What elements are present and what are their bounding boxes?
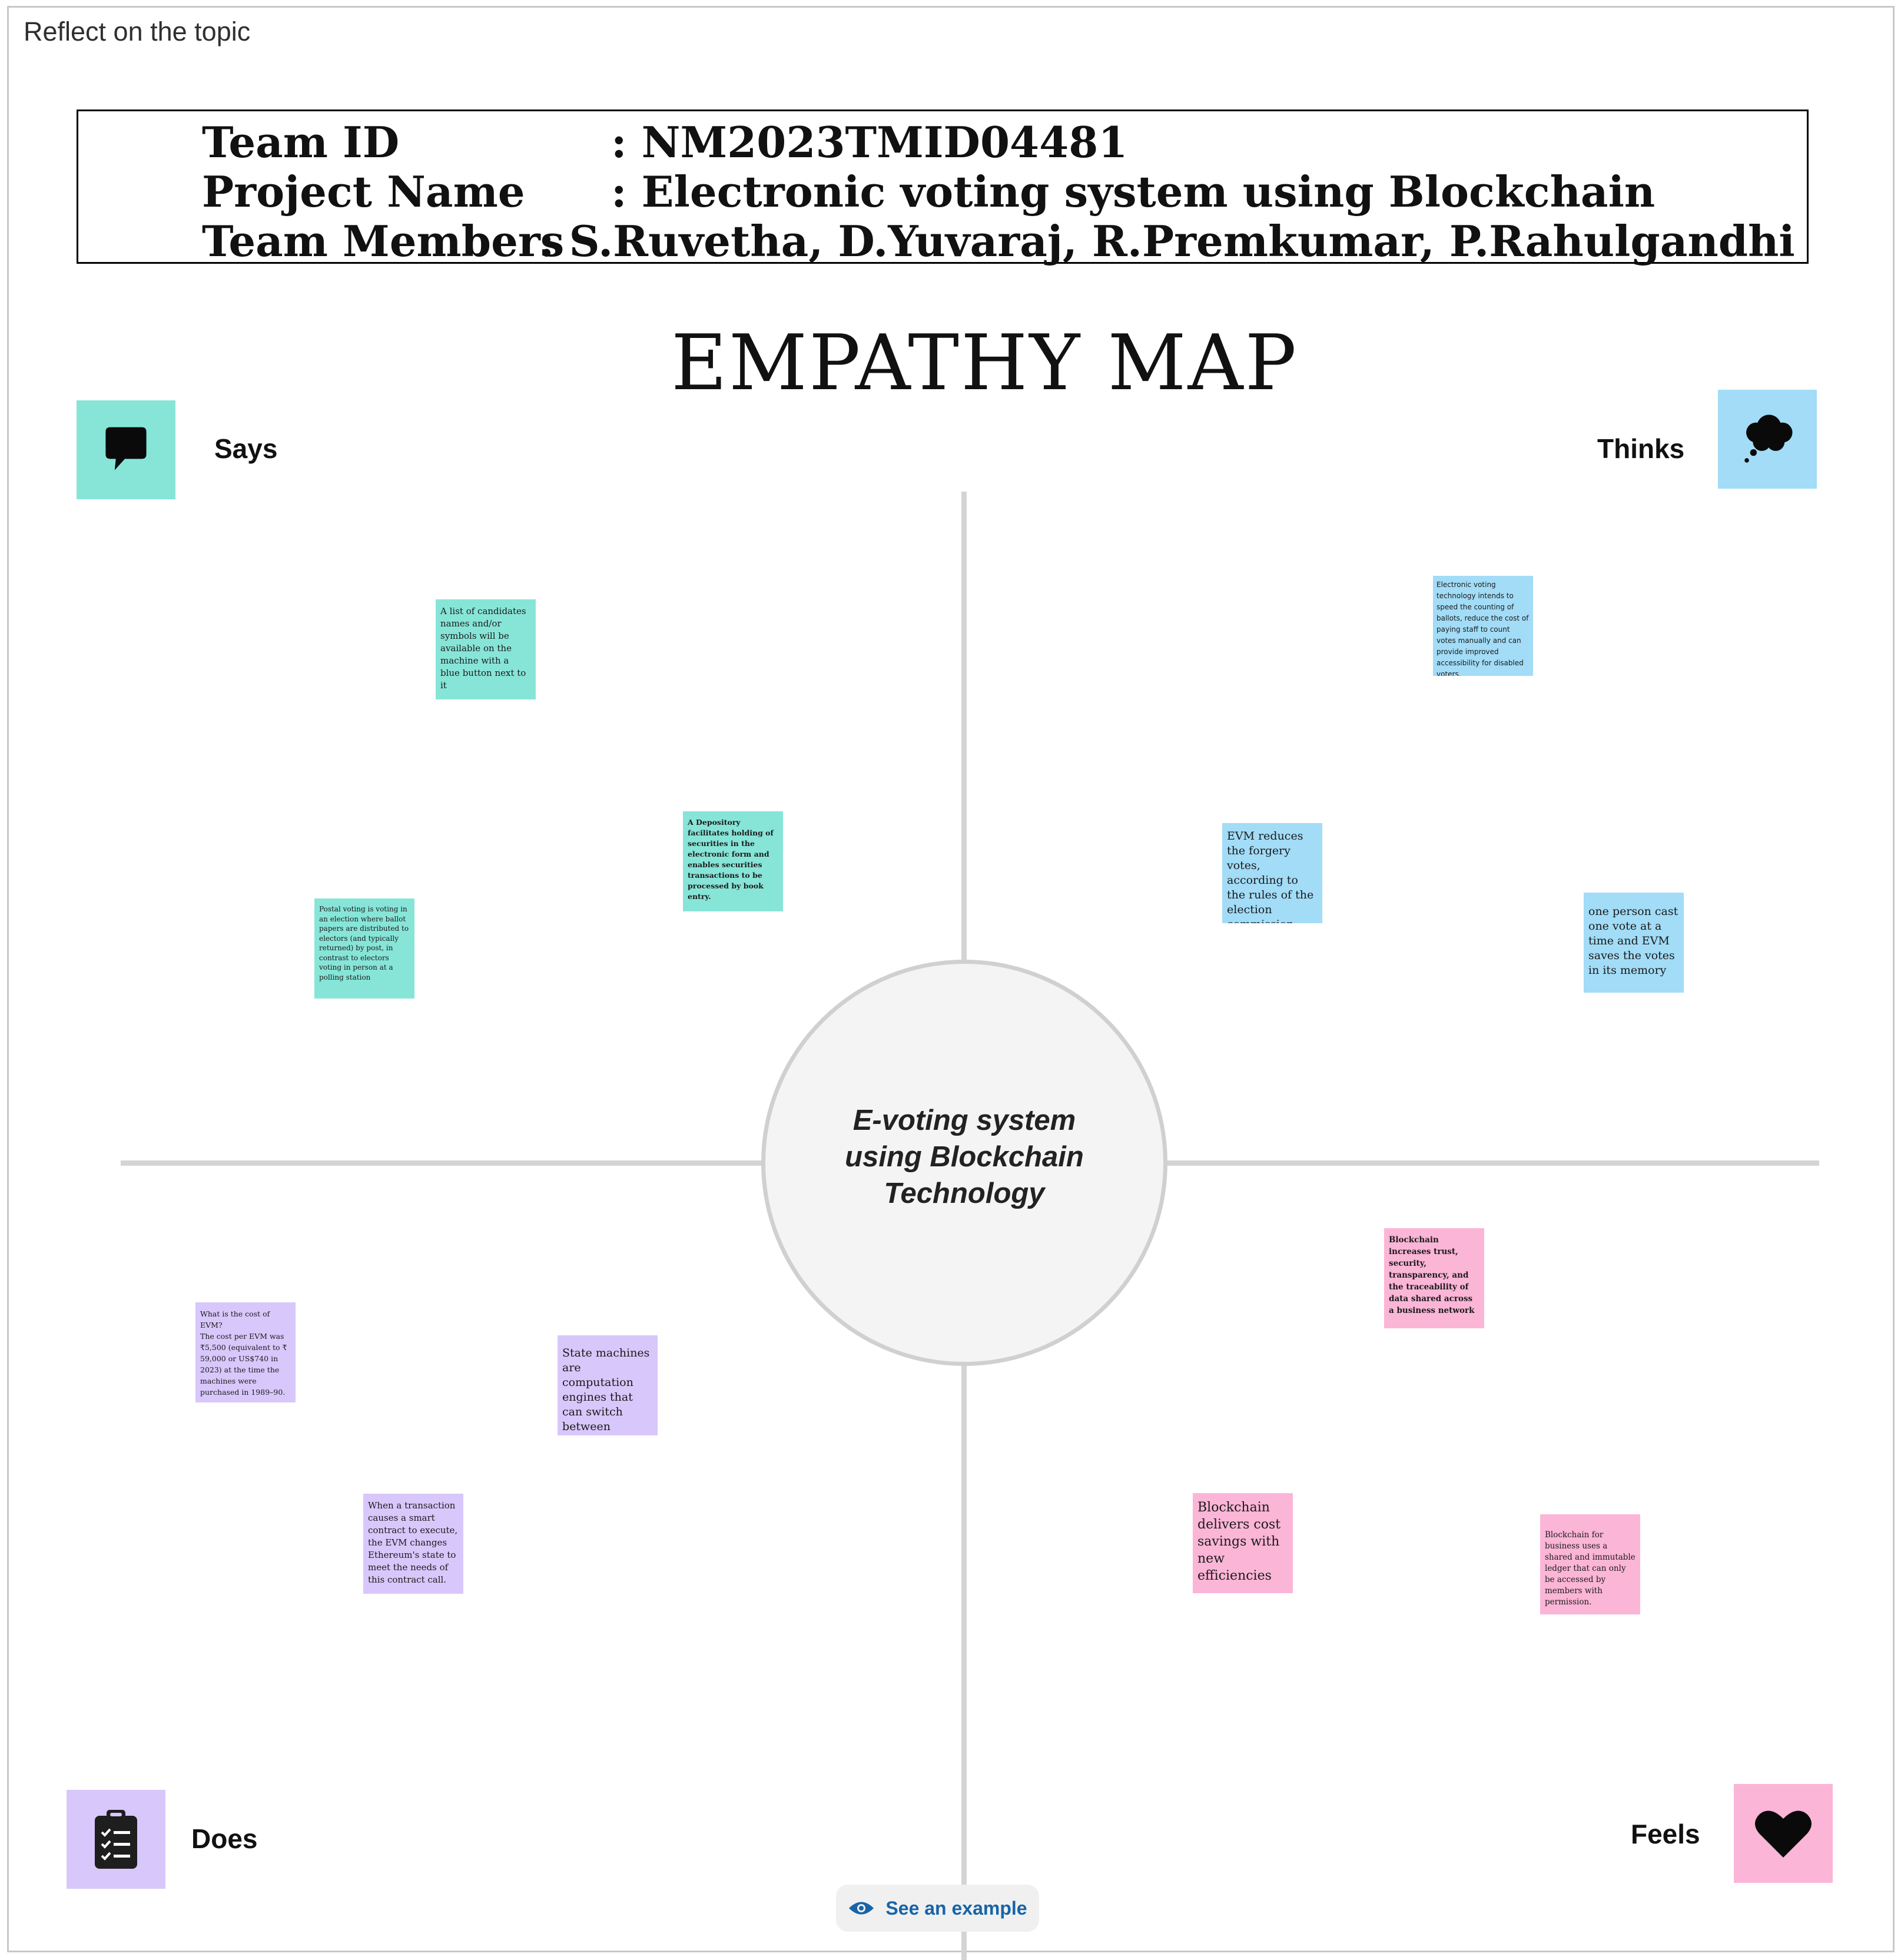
axis-vertical-bottom — [961, 1365, 967, 1960]
project-name-row: Project Name : Electronic voting system … — [202, 167, 1655, 217]
sticky-note[interactable]: Blockchain increases trust, security, tr… — [1384, 1228, 1484, 1328]
axis-horizontal-right — [1166, 1160, 1819, 1166]
thinks-label: Thinks — [1597, 433, 1685, 464]
sticky-note[interactable]: Postal voting is voting in an election w… — [314, 898, 414, 999]
team-members-row: Team Members : S.Ruvetha, D.Yuvaraj, R.P… — [202, 216, 1795, 266]
feels-tile[interactable] — [1734, 1784, 1833, 1883]
sticky-note[interactable]: State machines are computation engines t… — [558, 1335, 658, 1435]
sticky-note[interactable]: A list of candidates names and/or symbol… — [436, 599, 536, 699]
sticky-note[interactable]: EVM reduces the forgery votes, according… — [1222, 823, 1322, 923]
says-label: Says — [214, 433, 278, 464]
sticky-note[interactable]: one person cast one vote at a time and E… — [1584, 893, 1684, 993]
team-id-value: : NM2023TMID04481 — [611, 117, 1128, 167]
says-tile[interactable] — [77, 400, 175, 499]
see-example-label: See an example — [885, 1897, 1027, 1919]
eye-icon — [849, 1902, 874, 1915]
axis-vertical-top — [961, 492, 967, 961]
project-name-label: Project Name — [202, 167, 525, 217]
topic-label: Reflect on the topic — [24, 16, 251, 47]
sticky-note[interactable]: What is the cost of EVM? The cost per EV… — [195, 1302, 296, 1402]
does-label: Does — [191, 1823, 258, 1854]
sticky-note[interactable]: When a transaction causes a smart contra… — [363, 1494, 463, 1594]
team-id-row: Team ID : NM2023TMID04481 — [202, 117, 1127, 167]
thought-cloud-icon — [1744, 414, 1793, 463]
team-members-value: : S.Ruvetha, D.Yuvaraj, R.Premkumar, P.R… — [539, 216, 1795, 266]
sticky-note[interactable]: Electronic voting technology intends to … — [1433, 576, 1533, 676]
team-id-label: Team ID — [202, 117, 400, 167]
sticky-note[interactable]: Blockchain for business uses a shared an… — [1540, 1514, 1640, 1614]
sticky-note[interactable]: Blockchain delivers cost savings with ne… — [1193, 1493, 1293, 1593]
speech-bubble-icon — [105, 427, 147, 470]
does-tile[interactable] — [67, 1790, 165, 1889]
axis-horizontal-left — [121, 1160, 764, 1166]
page-title: EMPATHY MAP — [671, 318, 1299, 407]
team-members-label: Team Members — [202, 216, 565, 266]
team-info-box: Team ID : NM2023TMID04481 Project Name :… — [77, 110, 1809, 266]
thinks-tile[interactable] — [1718, 390, 1817, 489]
center-topic-text: E-voting system using Blockchain Technol… — [845, 1105, 1084, 1209]
feels-label: Feels — [1631, 1819, 1700, 1849]
sticky-note[interactable]: A Depository facilitates holding of secu… — [683, 811, 783, 911]
see-example-button[interactable]: See an example — [836, 1885, 1039, 1932]
project-name-value: : Electronic voting system using Blockch… — [611, 167, 1656, 217]
clipboard-checklist-icon — [95, 1810, 137, 1869]
center-topic-circle: E-voting system using Blockchain Technol… — [761, 960, 1167, 1366]
heart-icon — [1755, 1810, 1812, 1858]
